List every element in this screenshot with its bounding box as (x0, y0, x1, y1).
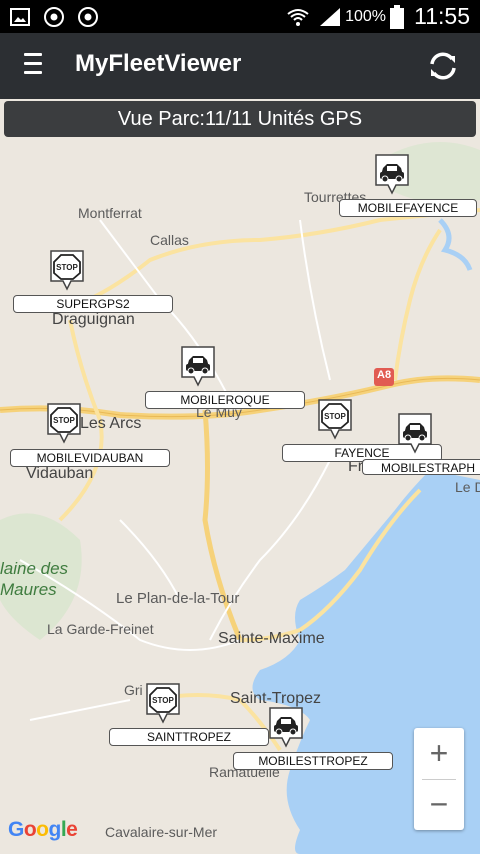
stop-icon[interactable]: STOP (317, 398, 353, 440)
vehicle-label[interactable]: SAINTTROPEZ (109, 728, 269, 746)
stop-icon[interactable]: STOP (145, 682, 181, 724)
zoom-controls: + − (414, 728, 464, 830)
place-label: Gri (124, 682, 143, 698)
place-label: Callas (150, 232, 189, 248)
clock: 11:55 (414, 3, 470, 29)
highway-shield: A8 (377, 369, 392, 381)
zoom-in-button[interactable]: + (414, 728, 464, 779)
google-letter: o (23, 818, 37, 841)
place-label: Le D (455, 479, 480, 495)
place-label: Maures (0, 580, 57, 599)
svg-text:STOP: STOP (152, 696, 174, 705)
vehicle-label[interactable]: MOBILESTRAPH (362, 459, 480, 475)
fleet-status-banner: Vue Parc:11/11 Unités GPS (4, 101, 476, 137)
image-icon (10, 8, 30, 26)
vehicle-label[interactable]: MOBILEVIDAUBAN (10, 449, 170, 467)
vehicle-label[interactable]: MOBILEFAYENCE (339, 199, 477, 217)
place-label: Vidauban (26, 465, 94, 482)
stop-icon[interactable]: STOP (49, 249, 85, 291)
car-icon[interactable] (397, 412, 433, 454)
status-bar: 100% 11:55 (0, 0, 480, 33)
svg-text:STOP: STOP (324, 412, 346, 421)
place-label: Montferrat (78, 205, 142, 221)
vehicle-label[interactable]: MOBILESTTROPEZ (233, 752, 393, 770)
place-label: Sainte-Maxime (218, 630, 325, 647)
svg-text:STOP: STOP (53, 416, 75, 425)
car-icon[interactable] (268, 706, 304, 748)
google-logo: Google (8, 818, 78, 842)
app-bar: MyFleetViewer (0, 33, 480, 99)
hamburger-icon[interactable] (24, 53, 42, 77)
stop-icon[interactable]: STOP (46, 402, 82, 444)
chrome-icon (44, 7, 64, 27)
vehicle-label[interactable]: SUPERGPS2 (13, 295, 173, 313)
car-icon[interactable] (180, 345, 216, 387)
signal-icon (320, 8, 340, 26)
place-label: La Garde-Freinet (47, 621, 154, 637)
vehicle-label[interactable]: MOBILEROQUE (145, 391, 305, 409)
refresh-icon[interactable] (424, 47, 462, 85)
app-title: MyFleetViewer (75, 50, 242, 77)
place-label: Les Arcs (80, 415, 142, 432)
place-label: Cavalaire-sur-Mer (105, 824, 218, 840)
battery-icon (390, 5, 404, 29)
svg-text:STOP: STOP (56, 263, 78, 272)
place-label: laine des (0, 559, 69, 578)
chrome-icon (78, 7, 98, 27)
google-letter: o (36, 818, 49, 841)
zoom-out-button[interactable]: − (414, 779, 464, 830)
google-letter: e (66, 818, 78, 841)
place-label: Draguignan (52, 311, 135, 328)
google-letter: G (8, 818, 24, 841)
place-label: Le Plan-de-la-Tour (116, 590, 240, 607)
google-letter: g (48, 818, 62, 841)
battery-percent: 100% (345, 8, 386, 25)
zoom-divider (422, 779, 456, 780)
wifi-icon (287, 9, 309, 26)
car-icon[interactable] (374, 153, 410, 195)
